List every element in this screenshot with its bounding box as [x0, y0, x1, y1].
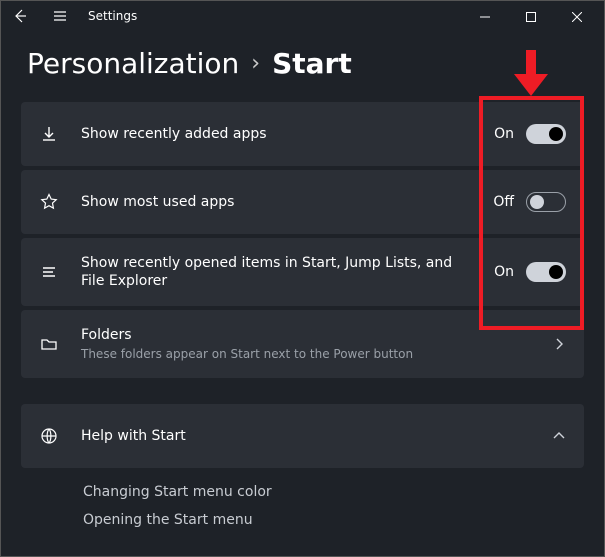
row-label: Folders These folders appear on Start ne…	[81, 326, 530, 362]
arrow-left-icon	[12, 8, 28, 24]
minimize-button[interactable]	[462, 1, 508, 33]
help-link-open-start[interactable]: Opening the Start menu	[83, 506, 584, 534]
maximize-button[interactable]	[508, 1, 554, 33]
toggle-recently-added[interactable]	[526, 124, 566, 144]
row-label: Show recently opened items in Start, Jum…	[81, 254, 468, 290]
help-items: Changing Start menu color Opening the St…	[21, 472, 584, 534]
app-title: Settings	[88, 9, 137, 23]
toggle-state-label: Off	[490, 194, 514, 210]
close-button[interactable]	[554, 1, 600, 33]
minimize-icon	[480, 12, 490, 22]
row-recently-added-apps: Show recently added apps On	[21, 102, 584, 166]
row-recent-items: Show recently opened items in Start, Jum…	[21, 238, 584, 306]
help-link-change-color[interactable]: Changing Start menu color	[83, 478, 584, 506]
content-area: Personalization › Start Show recently ad…	[1, 33, 604, 546]
toggle-state-label: On	[490, 264, 514, 280]
breadcrumb-parent[interactable]: Personalization	[27, 47, 239, 80]
settings-window: Settings Personalization › Start Show re…	[0, 0, 605, 557]
titlebar-left: Settings	[0, 0, 137, 32]
row-most-used-apps: Show most used apps Off	[21, 170, 584, 234]
globe-icon	[39, 426, 59, 446]
download-icon	[39, 124, 59, 144]
list-icon	[39, 262, 59, 282]
breadcrumb-current: Start	[272, 47, 352, 80]
row-folders[interactable]: Folders These folders appear on Start ne…	[21, 310, 584, 378]
breadcrumb: Personalization › Start	[21, 33, 584, 102]
row-label: Show most used apps	[81, 193, 468, 211]
chevron-right-icon: ›	[251, 51, 260, 76]
maximize-icon	[526, 12, 536, 22]
chevron-up-icon	[552, 429, 566, 443]
back-button[interactable]	[0, 0, 40, 32]
folder-icon	[39, 334, 59, 354]
row-help-with-start[interactable]: Help with Start	[21, 404, 584, 468]
hamburger-icon	[52, 8, 68, 24]
help-title: Help with Start	[81, 427, 530, 445]
menu-button[interactable]	[40, 0, 80, 32]
chevron-right-icon	[552, 337, 566, 351]
toggle-group: On	[490, 262, 566, 282]
toggle-recent-items[interactable]	[526, 262, 566, 282]
toggle-state-label: On	[490, 126, 514, 142]
folders-title: Folders	[81, 326, 530, 344]
close-icon	[572, 12, 582, 22]
star-icon	[39, 192, 59, 212]
toggle-group: Off	[490, 192, 566, 212]
folders-sub: These folders appear on Start next to th…	[81, 347, 530, 363]
toggle-most-used[interactable]	[526, 192, 566, 212]
row-label: Show recently added apps	[81, 125, 468, 143]
toggle-group: On	[490, 124, 566, 144]
